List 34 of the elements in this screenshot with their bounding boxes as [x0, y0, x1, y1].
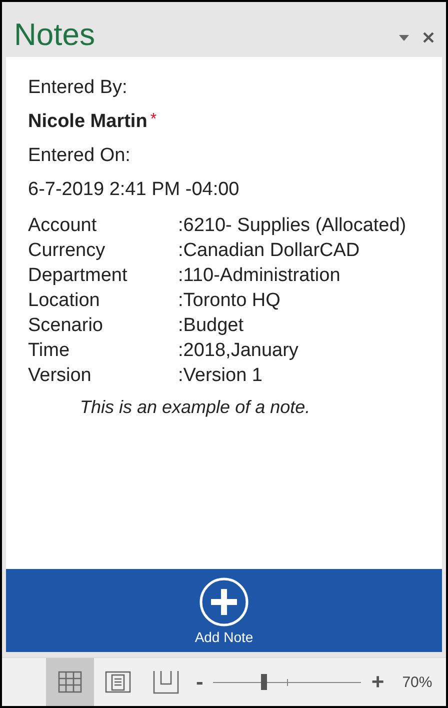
field-label: Version	[28, 365, 92, 387]
field-label: Scenario	[28, 315, 104, 337]
entered-by-label: Entered By:	[28, 77, 128, 99]
field-label: Account	[28, 215, 98, 237]
zoom-slider[interactable]	[213, 674, 362, 690]
plus-circle-icon	[199, 576, 249, 626]
grid-icon	[58, 671, 82, 693]
zoom-out-button[interactable]: -	[196, 671, 204, 693]
entered-on-date: 6-7-2019 2:41 PM -04:00	[28, 179, 240, 201]
zoom-in-button[interactable]: +	[371, 671, 384, 693]
field-label: Time	[28, 340, 71, 362]
author-name: Nicole Martin	[28, 111, 148, 133]
field-value: :Version 1	[178, 365, 264, 387]
field-label: Location	[28, 290, 101, 312]
page-icon	[105, 671, 131, 693]
view-button[interactable]	[46, 658, 94, 706]
field-label: Department	[28, 265, 128, 287]
entered-on-label: Entered On:	[28, 145, 130, 167]
required-mark: *	[150, 111, 157, 129]
zoom-percentage: 70%	[402, 674, 432, 690]
field-value: :6210- Supplies (Allocated)	[178, 215, 408, 237]
slider-thumb[interactable]	[260, 674, 267, 690]
note-text: This is an example of a note.	[80, 397, 312, 418]
field-value: :2018,January	[178, 340, 300, 362]
add-note-button[interactable]: Add Note	[6, 569, 442, 652]
field-value: :Canadian DollarCAD	[178, 240, 361, 262]
field-label: Currency	[28, 240, 106, 262]
page-break-icon	[153, 670, 179, 694]
field-value: :Budget	[178, 315, 244, 337]
dropdown-icon[interactable]	[399, 34, 409, 40]
field-value: :Toronto HQ	[178, 290, 282, 312]
field-value: :110-Administration	[178, 265, 342, 287]
close-icon[interactable]	[423, 32, 434, 43]
pane-title: Notes	[14, 17, 95, 54]
